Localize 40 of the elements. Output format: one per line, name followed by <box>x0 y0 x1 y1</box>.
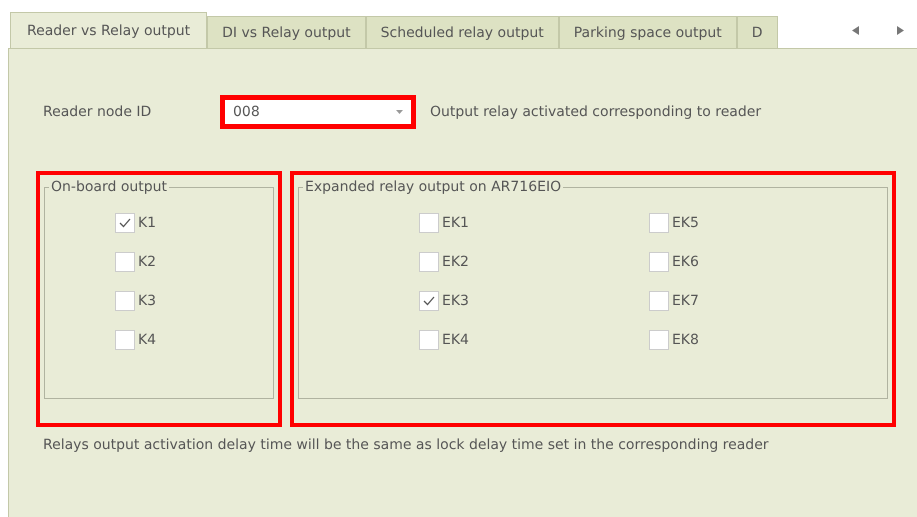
checkbox-label: EK1 <box>442 215 469 231</box>
checkbox-label: EK7 <box>672 293 699 309</box>
hint-text: Output relay activated corresponding to reader <box>430 104 762 120</box>
checkbox[interactable] <box>419 213 439 233</box>
note-text: Relays output activation delay time will be the same as lock delay time set in the corresponding reader <box>43 437 770 453</box>
checkbox[interactable] <box>115 291 135 311</box>
tab[interactable]: DI vs Relay output <box>207 16 366 48</box>
checkbox-label: K2 <box>138 254 156 270</box>
reader-node-dropdown[interactable]: 008 <box>220 95 416 129</box>
checkbox-label: EK6 <box>672 254 699 270</box>
checkbox[interactable] <box>419 291 439 311</box>
group-title: On-board output <box>50 179 168 195</box>
triangle-right-icon <box>897 26 904 35</box>
checkbox-label: K3 <box>138 293 156 309</box>
checkmark-icon <box>423 296 435 306</box>
tab[interactable]: Scheduled relay output <box>366 16 559 48</box>
checkbox[interactable] <box>115 330 135 350</box>
checkbox[interactable] <box>115 252 135 272</box>
group-title: Expanded relay output on AR716EIO <box>304 179 562 195</box>
checkbox-label: K4 <box>138 332 156 348</box>
caret-icon <box>396 110 403 114</box>
tab[interactable]: D <box>736 16 778 48</box>
triangle-left-icon <box>852 26 859 35</box>
checkbox[interactable] <box>419 252 439 272</box>
checkbox[interactable] <box>419 330 439 350</box>
reader-node-label: Reader node ID <box>42 104 152 120</box>
checkbox[interactable] <box>648 252 669 272</box>
checkbox-label: EK5 <box>672 215 699 231</box>
checkbox[interactable] <box>648 330 669 350</box>
tab[interactable]: Reader vs Relay output <box>10 12 208 48</box>
checkbox-label: EK8 <box>672 332 699 348</box>
checkbox-label: EK4 <box>442 332 469 348</box>
checkmark-icon <box>119 218 131 228</box>
checkbox-label: EK2 <box>442 254 469 270</box>
checkbox[interactable] <box>648 213 669 233</box>
checkbox-label: K1 <box>138 215 156 231</box>
checkbox[interactable] <box>115 213 135 233</box>
checkbox[interactable] <box>648 291 669 311</box>
checkbox-label: EK3 <box>442 293 469 309</box>
tab[interactable]: Parking space output <box>558 16 737 48</box>
